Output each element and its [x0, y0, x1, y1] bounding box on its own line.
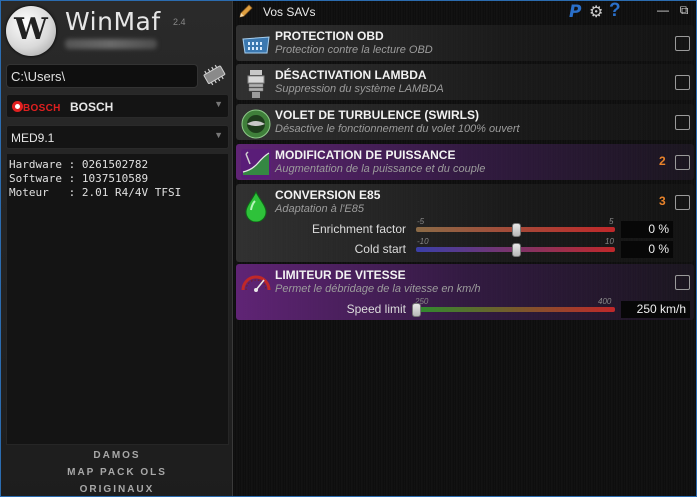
brand-dropdown[interactable]: BOSCH BOSCH ▼: [6, 94, 229, 118]
feature-stage-badge: 3: [659, 194, 666, 208]
chevron-down-icon: ▼: [214, 130, 223, 140]
bosch-logo-icon: [12, 101, 23, 112]
speed-limit-max: 400: [598, 297, 612, 306]
paypal-icon[interactable]: P: [569, 2, 581, 22]
gear-icon[interactable]: ⚙: [589, 2, 603, 22]
feature-title: VOLET DE TURBULENCE (SWIRLS): [275, 108, 479, 122]
winmaf-window: W WinMaf 2.4 C:\Users\ BOSCH BOSCH ▼ MED…: [0, 0, 697, 497]
enrichment-max: 5: [609, 217, 614, 226]
enrichment-value: 0 %: [621, 221, 673, 238]
feature-checkbox-protection-obd[interactable]: [675, 36, 690, 51]
cold-start-min: -10: [417, 237, 429, 246]
feature-description: Adaptation à l'E85: [275, 203, 364, 215]
feature-description: Permet le débridage de la vitesse en km/…: [275, 283, 481, 295]
enrichment-min: -5: [417, 217, 425, 226]
moteur-value: 2.01 R4/4V TFSI: [81, 186, 182, 199]
software-line: Software : 1037510589: [9, 172, 149, 185]
feature-row-e85[interactable]: CONVERSION E85 Adaptation à l'E85 3 Enri…: [236, 184, 694, 262]
speed-limit-slider-track[interactable]: [416, 307, 615, 312]
speed-limit-slider-thumb[interactable]: [412, 303, 421, 317]
obd-connector-icon: [242, 36, 270, 54]
hardware-value: 0261502782: [81, 158, 149, 171]
top-bar: Vos SAVs P ⚙ ? — ⧉ ✕: [234, 1, 696, 23]
blurred-user-name: [65, 39, 157, 49]
help-icon[interactable]: ?: [609, 1, 621, 22]
feature-title: LIMITEUR DE VITESSE: [275, 268, 406, 282]
feature-title: CONVERSION E85: [275, 188, 381, 202]
pencil-icon: [239, 4, 253, 18]
cold-start-value: 0 %: [621, 241, 673, 258]
bosch-logo-text: BOSCH: [23, 103, 61, 114]
enrichment-factor-label: Enrichment factor: [312, 222, 407, 236]
maximize-button[interactable]: ⧉: [675, 3, 693, 18]
speedometer-icon: [241, 275, 271, 292]
winmaf-logo-icon: W: [6, 6, 56, 56]
lambda-sensor-icon: [247, 70, 265, 98]
enrichment-slider-thumb[interactable]: [511, 223, 521, 237]
feature-checkbox-swirls[interactable]: [675, 115, 690, 130]
swirl-flap-icon: [241, 109, 271, 139]
power-curve-icon: [241, 149, 271, 179]
chip-icon[interactable]: [202, 64, 227, 86]
feature-checkbox-puissance[interactable]: [675, 155, 690, 170]
feature-description: Désactive le fonctionnement du volet 100…: [275, 123, 520, 135]
feature-checkbox-e85[interactable]: [675, 195, 690, 210]
feature-row-protection-obd[interactable]: PROTECTION OBD Protection contre la lect…: [236, 25, 694, 61]
cold-start-label: Cold start: [354, 242, 406, 256]
feature-stage-badge: 2: [659, 154, 666, 168]
software-value: 1037510589: [81, 172, 149, 185]
feature-description: Suppression du système LAMBDA: [275, 83, 444, 95]
link-damos[interactable]: DAMOS: [1, 447, 233, 464]
close-button[interactable]: ✕: [693, 3, 696, 17]
feature-description: Augmentation de la puissance et du coupl…: [275, 163, 486, 175]
speed-limit-value: 250 km/h: [621, 301, 690, 318]
link-originaux[interactable]: ORIGINAUX: [1, 481, 233, 496]
left-panel: W WinMaf 2.4 C:\Users\ BOSCH BOSCH ▼ MED…: [1, 1, 233, 496]
feature-title: PROTECTION OBD: [275, 29, 384, 43]
chevron-down-icon: ▼: [214, 99, 223, 109]
feature-title: MODIFICATION DE PUISSANCE: [275, 148, 456, 162]
minimize-button[interactable]: —: [654, 3, 672, 17]
feature-row-swirls[interactable]: VOLET DE TURBULENCE (SWIRLS) Désactive l…: [236, 104, 694, 140]
brand-selected: BOSCH: [69, 100, 114, 114]
cold-start-max: 10: [605, 237, 614, 246]
speed-limit-label: Speed limit: [346, 302, 406, 316]
app-title: WinMaf: [65, 7, 161, 36]
app-version: 2.4: [173, 17, 186, 27]
moteur-line: Moteur : 2.01 R4/4V TFSI: [9, 186, 182, 199]
feature-row-limiteur[interactable]: LIMITEUR DE VITESSE Permet le débridage …: [236, 264, 694, 320]
feature-row-lambda[interactable]: DÉSACTIVATION LAMBDA Suppression du syst…: [236, 64, 694, 100]
ecu-dropdown[interactable]: MED9.1 ▼: [6, 125, 229, 149]
feature-title: DÉSACTIVATION LAMBDA: [275, 68, 427, 82]
sav-panel-title: Vos SAVs: [263, 5, 316, 19]
feature-row-puissance[interactable]: MODIFICATION DE PUISSANCE Augmentation d…: [236, 144, 694, 180]
feature-checkbox-lambda[interactable]: [675, 75, 690, 90]
path-field[interactable]: C:\Users\: [6, 64, 198, 88]
hardware-line: Hardware : 0261502782: [9, 158, 149, 171]
bottom-links: DAMOS MAP PACK OLS ORIGINAUX: [1, 447, 233, 496]
feature-description: Protection contre la lecture OBD: [275, 44, 433, 56]
link-map-pack-ols[interactable]: MAP PACK OLS: [1, 464, 233, 481]
ecu-selected: MED9.1: [11, 131, 55, 145]
feature-checkbox-limiteur[interactable]: [675, 275, 690, 290]
ecu-info-box: Hardware : 0261502782 Software : 10375105…: [6, 153, 229, 445]
cold-start-slider-thumb[interactable]: [511, 243, 521, 257]
fuel-drop-icon: [245, 190, 267, 222]
